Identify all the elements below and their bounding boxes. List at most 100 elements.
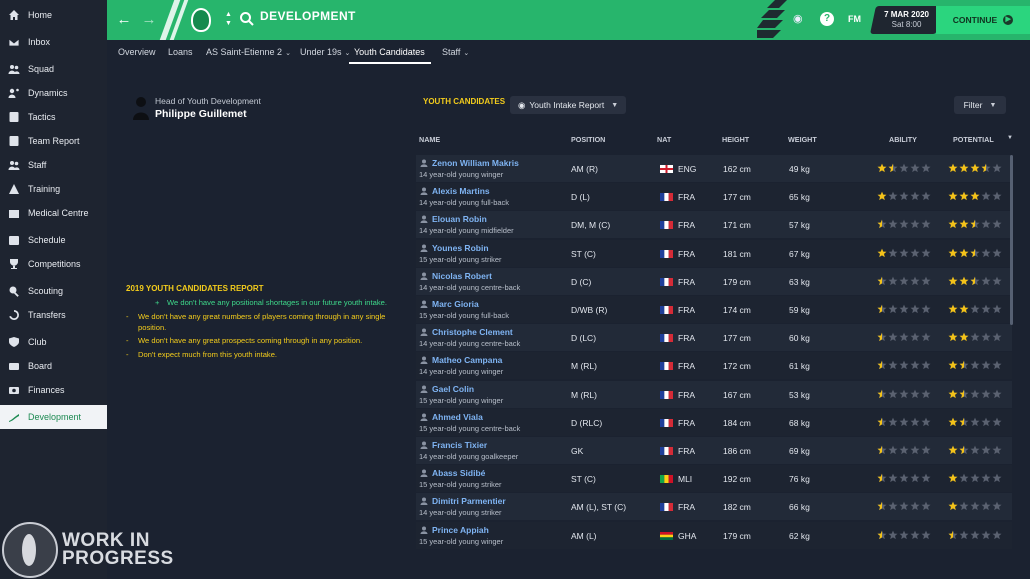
table-row[interactable]: Prince Appiah 15 year-old young winger AM … [416,521,1012,549]
table-scrollbar[interactable] [1010,155,1013,325]
staff-avatar[interactable] [132,96,150,120]
col-nat[interactable]: NAT [657,135,671,144]
tab-under-19s[interactable]: Under 19s ⌄ [300,40,350,64]
star-icon [992,473,1002,483]
player-nationality[interactable]: FRA [678,249,695,259]
player-name[interactable]: Younes Robin [432,243,489,253]
club-crest-icon[interactable] [191,8,211,32]
sidebar-item-board[interactable]: Board [0,354,107,378]
table-row[interactable]: Younes Robin 15 year-old young striker ST … [416,239,1012,267]
sidebar-item-club[interactable]: Club [0,330,107,354]
continue-button[interactable]: CONTINUE ▶ [936,6,1030,34]
sidebar-item-squad[interactable]: Squad [0,57,107,81]
sidebar-item-schedule[interactable]: Schedule [0,228,107,252]
player-nationality[interactable]: FRA [678,220,695,230]
star-icon [959,445,969,455]
forward-arrow-icon[interactable]: → [140,11,158,29]
table-row[interactable]: Ahmed Viala 15 year-old young centre-back… [416,408,1012,436]
back-arrow-icon[interactable]: ← [115,11,133,29]
view-selector-dropdown[interactable]: ◉ Youth Intake Report ▼ [510,96,626,114]
sidebar-item-dynamics[interactable]: Dynamics [0,81,107,105]
player-nationality[interactable]: MLI [678,474,692,484]
tab-youth-candidates[interactable]: Youth Candidates [349,40,431,64]
player-nationality[interactable]: FRA [678,390,695,400]
player-position: D (LC) [571,333,597,344]
sidebar-item-scouting[interactable]: Scouting [0,279,107,303]
star-icon [888,276,898,285]
star-icon [959,304,969,314]
table-row[interactable]: Elouan Robin 14 year-old young midfielder… [416,211,1012,239]
table-row[interactable]: Matheo Campana 14 year-old young winger M … [416,352,1012,380]
player-name[interactable]: Francis Tixier [432,440,487,450]
sidebar-item-home[interactable]: Home [0,3,107,27]
player-name[interactable]: Marc Gioria [432,299,479,309]
player-name[interactable]: Ahmed Viala [432,412,483,422]
player-name[interactable]: Abass Sidibé [432,468,485,478]
table-row[interactable]: Dimitri Parmentier 14 year-old young stri… [416,493,1012,521]
star-icon [981,248,991,257]
star-icon [959,191,969,201]
col-potential[interactable]: POTENTIAL [953,135,994,144]
sidebar-item-inbox[interactable]: Inbox [0,30,107,54]
potential-stars [948,304,1002,314]
sidebar-item-tactics[interactable]: Tactics [0,105,107,129]
col-ability[interactable]: ABILITY [889,135,917,144]
player-nationality[interactable]: FRA [678,361,695,371]
sidebar-item-development[interactable]: Development [0,405,107,429]
tab-loans[interactable]: Loans [168,40,193,64]
player-name[interactable]: Dimitri Parmentier [432,496,506,506]
table-row[interactable]: Francis Tixier 14 year-old young goalkeep… [416,437,1012,464]
player-name[interactable]: Zenon William Makris [432,158,519,168]
sidebar-item-competitions[interactable]: Competitions [0,252,107,276]
col-weight[interactable]: WEIGHT [788,135,817,144]
player-name[interactable]: Gael Colin [432,384,474,394]
player-name[interactable]: Alexis Martins [432,186,490,196]
sidebar-item-finances[interactable]: Finances [0,378,107,402]
player-name[interactable]: Nicolas Robert [432,271,492,281]
star-icon [970,445,980,455]
staff-name[interactable]: Philippe Guillemet [155,108,247,120]
table-row[interactable]: Alexis Martins 14 year-old young full-bac… [416,183,1012,211]
home-icon [0,9,28,21]
table-row[interactable]: Christophe Clement 14 year-old young cent… [416,324,1012,352]
table-row[interactable]: Abass Sidibé 15 year-old young striker ST … [416,465,1012,493]
tab-staff[interactable]: Staff ⌄ [442,40,469,64]
sidebar-item-staff[interactable]: Staff [0,153,107,177]
player-name[interactable]: Matheo Campana [432,355,502,365]
col-height[interactable]: HEIGHT [722,135,749,144]
player-nationality[interactable]: FRA [678,333,695,343]
sidebar-item-medical-centre[interactable]: Medical Centre [0,201,107,225]
col-position[interactable]: POSITION [571,135,605,144]
up-down-arrows-icon[interactable]: ▲ ▼ [225,10,232,28]
help-icon[interactable]: ? [820,12,834,26]
table-row[interactable]: Marc Gioria 15 year-old young full-back D/… [416,296,1012,323]
tab-overview[interactable]: Overview [118,40,156,64]
player-name[interactable]: Christophe Clement [432,327,513,337]
table-row[interactable]: Nicolas Robert 14 year-old young centre-b… [416,267,1012,295]
club-vision-icon[interactable]: ◉ [793,12,803,25]
player-nationality[interactable]: FRA [678,418,695,428]
sidebar-item-training[interactable]: Training [0,177,107,201]
table-row[interactable]: Zenon William Makris 14 year-old young wi… [416,155,1012,182]
player-nationality[interactable]: FRA [678,277,695,287]
player-name[interactable]: Prince Appiah [432,525,489,535]
fm-menu-button[interactable]: FM [848,14,861,24]
search-icon[interactable] [239,11,255,27]
player-nationality[interactable]: GHA [678,531,696,541]
table-row[interactable]: Gael Colin 15 year-old young winger M (RL)… [416,380,1012,408]
player-nationality[interactable]: FRA [678,305,695,315]
player-nationality[interactable]: FRA [678,446,695,456]
tab-as-saint-etienne-2[interactable]: AS Saint-Etienne 2 ⌄ [206,40,291,64]
sidebar-item-team-report[interactable]: Team Report [0,129,107,153]
col-name[interactable]: NAME [419,135,440,144]
filter-button[interactable]: Filter ▼ [954,96,1006,114]
player-nationality[interactable]: FRA [678,192,695,202]
sort-arrow-icon[interactable]: ▼ [1007,135,1013,141]
date-display[interactable]: 7 MAR 2020 Sat 8:00 [870,6,942,34]
sidebar-item-transfers[interactable]: Transfers [0,303,107,327]
flag-fra-icon [660,447,673,455]
player-name[interactable]: Elouan Robin [432,214,487,224]
player-description: 14 year-old young striker [419,508,502,518]
player-nationality[interactable]: FRA [678,502,695,512]
player-nationality[interactable]: ENG [678,164,696,174]
